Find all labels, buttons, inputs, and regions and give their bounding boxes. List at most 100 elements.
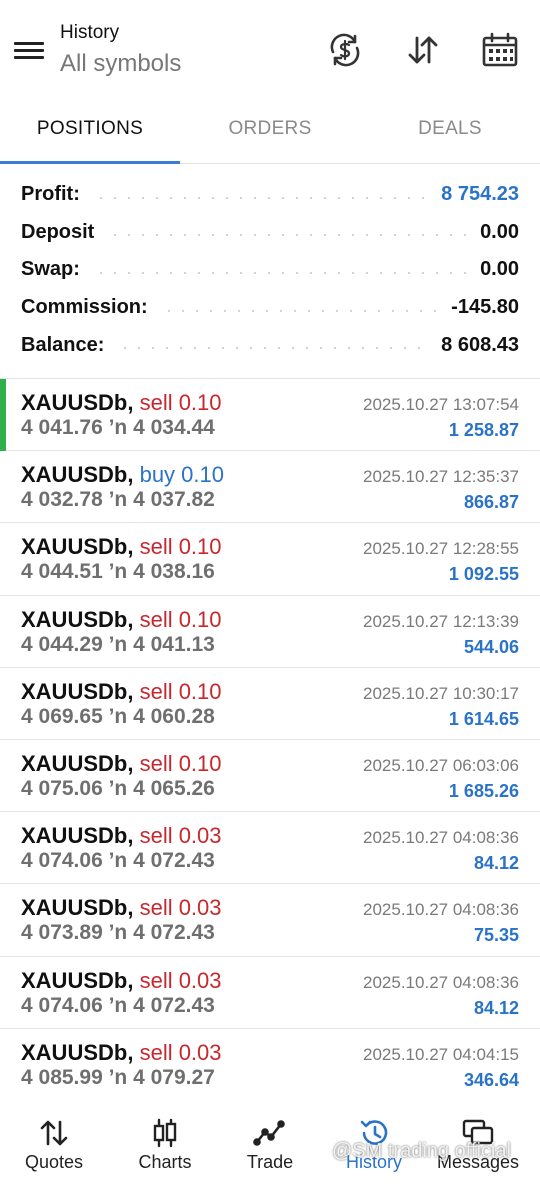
nav-history[interactable]: History bbox=[320, 1094, 428, 1186]
symbol-name: XAUUSDb, bbox=[21, 823, 134, 849]
summary-value: 8 754.23 bbox=[441, 183, 519, 206]
currency-exchange-icon[interactable] bbox=[325, 30, 365, 70]
deal-prices: 4 069.65 ’n 4 060.28 bbox=[21, 704, 215, 728]
symbol-name: XAUUSDb, bbox=[21, 606, 134, 632]
deal-side: sell 0.03 bbox=[139, 1039, 222, 1065]
symbol-name: XAUUSDb, bbox=[21, 1039, 134, 1065]
nav-messages[interactable]: Messages bbox=[424, 1094, 532, 1186]
selected-indicator bbox=[0, 379, 6, 451]
deal-datetime: 2025.10.27 13:07:54 bbox=[363, 395, 519, 414]
dotted-leader bbox=[118, 347, 428, 350]
deal-datetime: 2025.10.27 12:13:39 bbox=[363, 611, 519, 631]
deal-datetime: 2025.10.27 04:08:36 bbox=[363, 972, 519, 992]
deal-datetime: 2025.10.27 12:35:37 bbox=[363, 467, 519, 487]
deal-prices: 4 085.99 ’n 4 079.27 bbox=[21, 1065, 215, 1089]
deal-profit: 1 092.55 bbox=[448, 564, 519, 585]
nav-charts[interactable]: Charts bbox=[111, 1094, 219, 1186]
deal-datetime: 2025.10.27 04:04:15 bbox=[363, 1044, 519, 1064]
symbol-name: XAUUSDb, bbox=[21, 895, 134, 921]
deal-prices: 4 041.76 ’n 4 034.44 bbox=[21, 416, 215, 439]
deal-prices: 4 074.06 ’n 4 072.43 bbox=[21, 849, 215, 873]
dotted-leader bbox=[93, 271, 467, 274]
deal-datetime: 2025.10.27 04:08:36 bbox=[363, 828, 519, 848]
messages-icon bbox=[462, 1119, 494, 1145]
deal-row[interactable]: XAUUSDb, sell 0.03 4 073.89 ’n 4 072.43 … bbox=[0, 884, 540, 957]
deal-row[interactable]: XAUUSDb, sell 0.10 4 044.29 ’n 4 041.13 … bbox=[0, 596, 540, 668]
nav-label: Charts bbox=[138, 1152, 192, 1172]
deal-row[interactable]: XAUUSDb, sell 0.10 4 044.51 ’n 4 038.16 … bbox=[0, 523, 540, 596]
symbol-name: XAUUSDb, bbox=[21, 750, 134, 776]
deal-side: sell 0.10 bbox=[139, 390, 222, 415]
deal-profit: 1 614.65 bbox=[448, 708, 519, 729]
summary-row-deposit: Deposit 0.00 bbox=[0, 214, 540, 252]
summary-row-profit: Profit: 8 754.23 bbox=[0, 176, 540, 214]
page-title: History bbox=[60, 22, 120, 43]
menu-icon[interactable] bbox=[14, 38, 44, 62]
summary-label: Balance: bbox=[21, 333, 105, 356]
calendar-icon[interactable] bbox=[480, 30, 520, 70]
deal-symbol: XAUUSDb, sell 0.03 bbox=[21, 823, 222, 849]
deal-row[interactable]: XAUUSDb, sell 0.10 4 069.65 ’n 4 060.28 … bbox=[0, 668, 540, 740]
deal-symbol: XAUUSDb, sell 0.03 bbox=[21, 895, 222, 921]
history-tabs: POSITIONS ORDERS DEALS bbox=[0, 100, 540, 164]
symbol-name: XAUUSDb, bbox=[21, 390, 134, 415]
deal-row[interactable]: XAUUSDb, sell 0.10 4 041.76 ’n 4 034.44 … bbox=[0, 379, 540, 452]
deal-row[interactable]: XAUUSDb, sell 0.03 4 074.06 ’n 4 072.43 … bbox=[0, 957, 540, 1029]
deal-symbol: XAUUSDb, sell 0.10 bbox=[21, 607, 222, 633]
symbol-name: XAUUSDb, bbox=[21, 534, 134, 560]
deal-side: sell 0.10 bbox=[139, 606, 222, 632]
deal-symbol: XAUUSDb, sell 0.10 bbox=[21, 390, 222, 416]
dotted-leader bbox=[93, 196, 428, 199]
history-icon bbox=[360, 1120, 388, 1145]
deal-prices: 4 044.29 ’n 4 041.13 bbox=[21, 632, 215, 656]
deal-datetime: 2025.10.27 04:08:36 bbox=[363, 900, 519, 920]
deal-row[interactable]: XAUUSDb, buy 0.10 4 032.78 ’n 4 037.82 2… bbox=[0, 451, 540, 524]
dotted-leader bbox=[108, 234, 467, 237]
symbol-name: XAUUSDb, bbox=[21, 678, 134, 704]
summary-value: -145.80 bbox=[451, 296, 519, 319]
nav-label: Quotes bbox=[24, 1152, 84, 1172]
sort-icon[interactable] bbox=[403, 30, 443, 70]
dotted-leader bbox=[161, 309, 438, 312]
nav-label: Messages bbox=[436, 1152, 520, 1172]
active-tab-indicator bbox=[0, 161, 180, 164]
deal-datetime: 2025.10.27 10:30:17 bbox=[363, 683, 519, 703]
deal-profit: 1 258.87 bbox=[448, 420, 519, 440]
tab-orders[interactable]: ORDERS bbox=[180, 100, 360, 164]
deal-profit: 84.12 bbox=[473, 997, 519, 1018]
nav-trade[interactable]: Trade bbox=[216, 1094, 324, 1186]
nav-label: Trade bbox=[246, 1152, 294, 1172]
deal-row[interactable]: XAUUSDb, sell 0.10 4 075.06 ’n 4 065.26 … bbox=[0, 740, 540, 813]
deal-profit: 866.87 bbox=[463, 492, 519, 513]
tab-positions[interactable]: POSITIONS bbox=[0, 100, 180, 164]
app-header: History All symbols bbox=[0, 0, 540, 100]
deal-prices: 4 074.06 ’n 4 072.43 bbox=[21, 993, 215, 1017]
deal-symbol: XAUUSDb, sell 0.10 bbox=[21, 751, 222, 777]
deal-side: sell 0.10 bbox=[139, 750, 222, 776]
deal-symbol: XAUUSDb, sell 0.03 bbox=[21, 968, 222, 994]
deal-profit: 1 685.26 bbox=[448, 780, 519, 801]
deal-profit: 346.64 bbox=[463, 1069, 519, 1090]
nav-quotes[interactable]: Quotes bbox=[0, 1094, 108, 1186]
deal-row[interactable]: XAUUSDb, sell 0.03 4 074.06 ’n 4 072.43 … bbox=[0, 812, 540, 885]
deal-symbol: XAUUSDb, sell 0.10 bbox=[21, 534, 222, 560]
tab-deals[interactable]: DEALS bbox=[360, 100, 540, 164]
deal-side: sell 0.03 bbox=[139, 895, 222, 921]
deal-prices: 4 032.78 ’n 4 037.82 bbox=[21, 488, 215, 512]
account-summary: Profit: 8 754.23 Deposit 0.00 Swap: 0.00… bbox=[0, 176, 540, 364]
deal-side: sell 0.10 bbox=[139, 534, 222, 560]
deal-profit: 544.06 bbox=[463, 636, 519, 657]
summary-row-commission: Commission: -145.80 bbox=[0, 289, 540, 327]
deal-side: sell 0.03 bbox=[139, 967, 222, 993]
summary-label: Deposit bbox=[21, 220, 95, 243]
deal-row[interactable]: XAUUSDb, sell 0.03 4 085.99 ’n 4 079.27 … bbox=[0, 1029, 540, 1101]
deal-prices: 4 073.89 ’n 4 072.43 bbox=[21, 921, 215, 945]
quotes-icon bbox=[40, 1120, 68, 1146]
deal-symbol: XAUUSDb, sell 0.03 bbox=[21, 1040, 222, 1066]
deal-datetime: 2025.10.27 12:28:55 bbox=[363, 539, 519, 559]
symbol-filter[interactable]: All symbols bbox=[60, 50, 181, 78]
deal-datetime: 2025.10.27 06:03:06 bbox=[363, 755, 519, 775]
deal-profit: 75.35 bbox=[473, 925, 519, 946]
summary-value: 0.00 bbox=[480, 258, 519, 281]
nav-label: History bbox=[345, 1152, 402, 1172]
